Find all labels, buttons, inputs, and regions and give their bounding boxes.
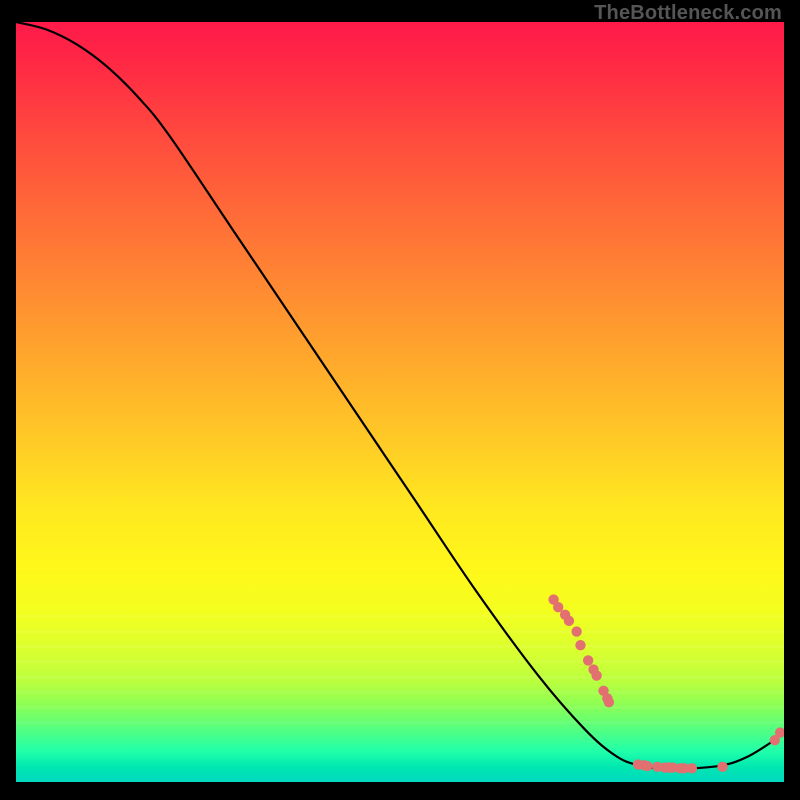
chart-marker	[687, 763, 697, 773]
chart-curve	[16, 22, 784, 769]
app-frame: TheBottleneck.com	[0, 0, 800, 800]
chart-marker	[717, 762, 727, 772]
chart-marker	[571, 626, 581, 636]
chart-svg	[16, 22, 784, 782]
chart-marker	[575, 640, 585, 650]
chart-marker	[604, 697, 614, 707]
chart-marker	[591, 670, 601, 680]
chart-marker	[583, 655, 593, 665]
chart-marker	[564, 616, 574, 626]
chart-markers-group	[548, 594, 784, 773]
chart-marker	[642, 761, 652, 771]
chart-plot-area	[16, 22, 784, 782]
